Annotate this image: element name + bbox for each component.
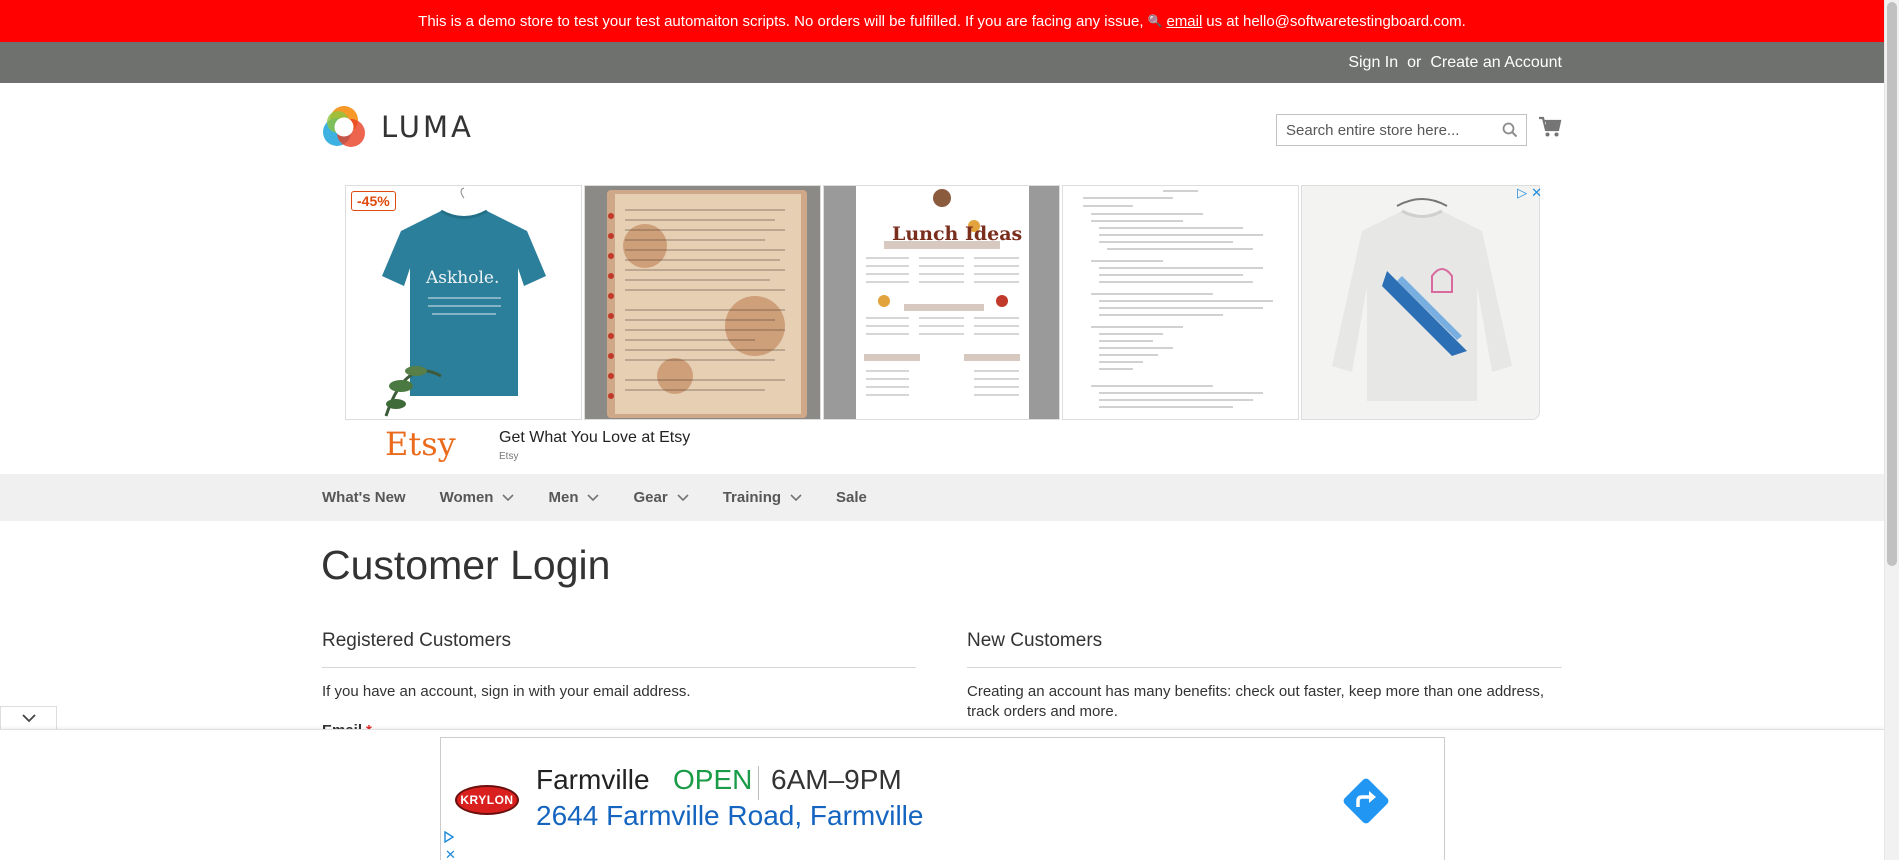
lunch-ideas-text: Lunch Ideas (892, 223, 1023, 245)
ad-choices-icon[interactable] (443, 830, 455, 848)
nav-item-sale[interactable]: Sale (836, 489, 867, 506)
chevron-down-icon (677, 489, 689, 506)
nav-item-label: Training (722, 489, 782, 506)
ad-tile-sweatshirt[interactable] (1301, 185, 1540, 420)
chevron-down-icon (790, 489, 802, 506)
email-link[interactable]: email (1166, 13, 1202, 30)
nav-item-label: What's New (322, 489, 406, 506)
search-input[interactable] (1277, 115, 1487, 145)
close-icon[interactable]: ✕ (445, 847, 456, 860)
ad-collapse-toggle[interactable] (0, 706, 57, 731)
ad-sponsor: Etsy (499, 451, 519, 462)
chevron-down-icon (21, 710, 36, 728)
sign-in-link[interactable]: Sign In (1348, 54, 1398, 72)
ad-tile-document[interactable] (1062, 185, 1299, 420)
ad-choices-controls: ▷ ✕ (1517, 185, 1542, 201)
new-customers-title: New Customers (967, 630, 1103, 651)
store-address[interactable]: 2644 Farmville Road, Farmville (536, 800, 923, 832)
ad-tile-lunch-ideas[interactable]: Lunch Ideas (823, 185, 1060, 420)
search-box (1276, 114, 1527, 146)
demo-notice-text: This is a demo store to test your test a… (418, 12, 1144, 30)
ad-footer[interactable]: Etsy Get What You Love at Etsy Etsy (343, 422, 1542, 467)
etsy-ad-banner[interactable]: Askhole. -45% Lunch Ideas ▷ ✕ Etsy Get W… (343, 185, 1542, 467)
logo-text: LUMA (381, 110, 474, 144)
krylon-logo: KRYLON (455, 785, 519, 815)
luma-logo-icon (322, 105, 366, 149)
ad-tile-tshirt[interactable]: Askhole. -45% (345, 185, 582, 420)
new-customers-text: Creating an account has many benefits: c… (967, 683, 1545, 720)
nav-item-men[interactable]: Men (548, 489, 600, 506)
ad-tile-recipe-book[interactable] (584, 185, 821, 420)
status-divider (758, 766, 759, 800)
tshirt-print-text: Askhole. (426, 268, 500, 288)
search-icon[interactable] (1502, 122, 1518, 143)
or-text: or (1407, 53, 1422, 71)
directions-icon[interactable] (1341, 776, 1391, 831)
ad-close-icon[interactable]: ✕ (1531, 185, 1542, 201)
nav-item-label: Sale (836, 489, 867, 506)
magnifier-icon: 🔍 (1147, 14, 1163, 28)
cart-icon[interactable] (1538, 116, 1562, 143)
nav-item-women[interactable]: Women (440, 489, 515, 506)
main-nav: What's New Women Men Gear Training Sale (0, 474, 1884, 521)
page-title: Customer Login (321, 542, 611, 588)
registered-divider (322, 667, 916, 668)
chevron-down-icon (502, 489, 515, 506)
create-account-link[interactable]: Create an Account (1430, 54, 1562, 72)
nav-item-whats-new[interactable]: What's New (322, 489, 406, 506)
registered-customers-title: Registered Customers (322, 630, 512, 651)
scrollbar-thumb[interactable] (1887, 2, 1897, 566)
ad-headline[interactable]: Get What You Love at Etsy (499, 429, 690, 447)
sticky-bottom-ad: KRYLON Farmville OPEN 6AM–9PM 2644 Farmv… (0, 729, 1884, 860)
page-scrollbar[interactable] (1884, 0, 1899, 860)
nav-item-label: Men (548, 489, 579, 506)
nav-item-label: Women (439, 489, 494, 506)
demo-notice-bar: This is a demo store to test your test a… (0, 0, 1884, 42)
chevron-down-icon (587, 489, 600, 506)
discount-badge: -45% (351, 191, 396, 211)
store-status: OPEN (673, 764, 753, 795)
store-hours: 6AM–9PM (771, 764, 902, 795)
store-name: Farmville (536, 764, 650, 795)
header-panel: Sign In or Create an Account (0, 42, 1884, 83)
nav-item-training[interactable]: Training (723, 489, 802, 506)
etsy-logo: Etsy (385, 425, 456, 463)
store-ad[interactable]: KRYLON Farmville OPEN 6AM–9PM 2644 Farmv… (440, 737, 1445, 860)
ad-choices-icon[interactable]: ▷ (1517, 185, 1527, 201)
new-customers-divider (967, 667, 1562, 668)
registered-customers-text: If you have an account, sign in with you… (322, 683, 691, 700)
nav-item-gear[interactable]: Gear (633, 489, 689, 506)
nav-item-label: Gear (633, 489, 668, 506)
luma-logo[interactable]: LUMA (322, 105, 474, 149)
demo-notice-email: us at hello@softwaretestingboard.com. (1206, 12, 1466, 30)
